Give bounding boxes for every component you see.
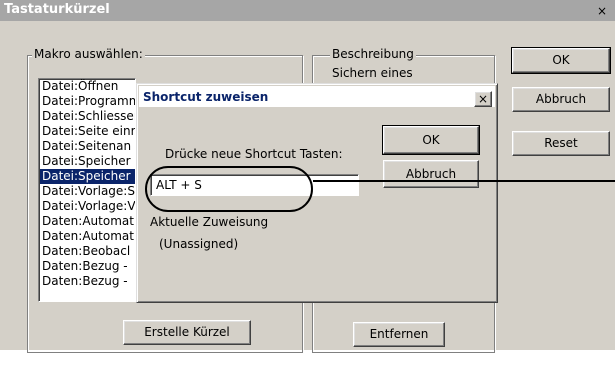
macro-listbox[interactable]: Datei:Öffnen Datei:Programm Datei:Schlie… [38,78,136,302]
dialog-titlebar[interactable]: Shortcut zuweisen × [139,86,495,107]
dialog-ok-button[interactable]: OK [382,125,480,155]
shortcut-prompt-label: Drücke neue Shortcut Tasten: [165,147,343,161]
macro-list-item[interactable]: Daten:Automat [42,229,135,244]
macro-list-item[interactable]: Daten:Bezug - [42,259,135,274]
close-icon[interactable]: × [596,5,608,17]
remove-button[interactable]: Entfernen [353,322,445,347]
pointer-line [313,180,615,182]
macro-list-item[interactable]: Daten:Automat [42,214,135,229]
macro-list-item[interactable]: Datei:Seitenan [42,139,135,154]
close-icon[interactable]: × [474,91,492,107]
description-group-label: Beschreibung [330,47,416,61]
macro-list-item[interactable]: Datei:Schliessen [42,109,135,124]
ok-button[interactable]: OK [511,47,611,74]
highlight-ellipse [145,166,313,212]
macro-list-item-selected[interactable]: Datei:Speicher [40,169,135,184]
macro-list-item[interactable]: Datei:Speicher [42,154,135,169]
macro-list-item[interactable]: Daten:Bezug - [42,274,135,289]
dialog-title: Shortcut zuweisen [143,90,269,104]
window-title: Tastaturkürzel [4,2,110,17]
current-assignment-label: Aktuelle Zuweisung [150,215,269,229]
macro-list-item[interactable]: Daten:Beobacl [42,244,135,259]
macro-list-item[interactable]: Datei:Vorlage:S [42,184,135,199]
reset-button[interactable]: Reset [512,131,610,156]
description-text: Sichern eines [332,66,413,80]
macro-list-item[interactable]: Datei:Öffnen [42,79,135,94]
macro-list-item[interactable]: Datei:Vorlage:V [42,199,135,214]
dialog-cancel-button[interactable]: Abbruch [383,160,479,188]
macro-list-item[interactable]: Datei:Seite einr [42,124,135,139]
window-titlebar[interactable]: Tastaturkürzel × [0,0,615,21]
create-shortcut-button[interactable]: Erstelle Kürzel [123,320,251,345]
cancel-button[interactable]: Abbruch [512,87,610,112]
current-assignment-value: (Unassigned) [159,237,239,251]
macro-group-label: Makro auswählen: [32,47,145,61]
macro-list-item[interactable]: Datei:Programm [42,94,135,109]
